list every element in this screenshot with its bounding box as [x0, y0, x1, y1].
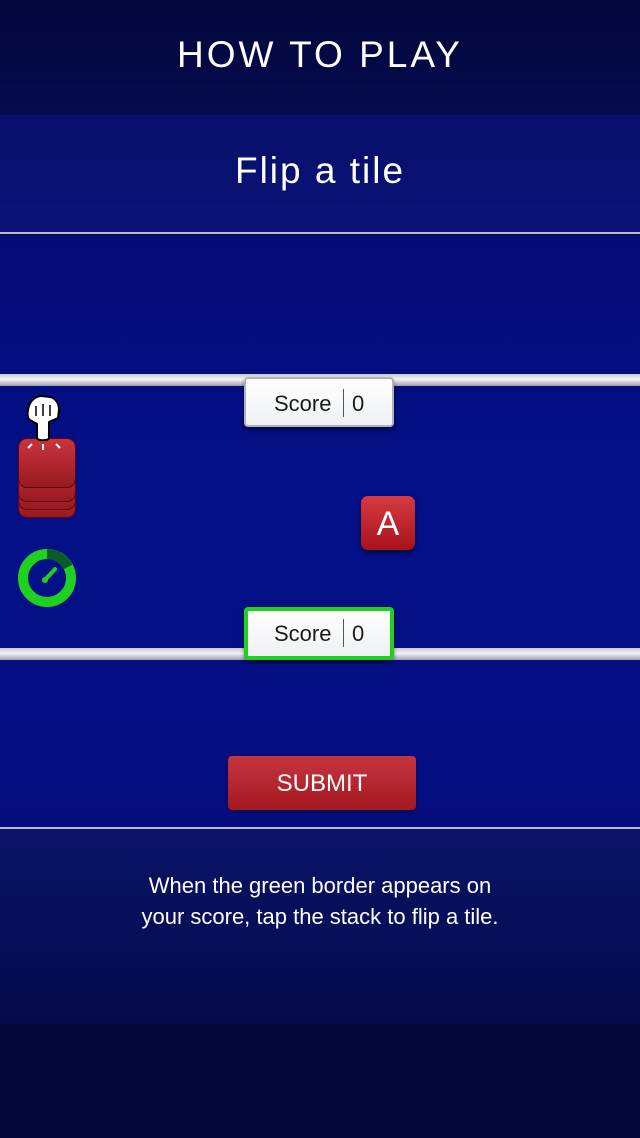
- score-separator: [343, 619, 344, 647]
- timer-icon: [18, 549, 76, 607]
- divider-top: [0, 232, 640, 234]
- page-title: HOW TO PLAY: [177, 34, 463, 75]
- header: HOW TO PLAY: [0, 0, 640, 115]
- pointing-hand-icon: [26, 394, 61, 450]
- step-title: Flip a tile: [234, 150, 406, 191]
- bottom-bar: [0, 1024, 640, 1138]
- opponent-score-value: 0: [352, 391, 365, 416]
- opponent-score-label: Score: [274, 391, 332, 416]
- player-score-box: Score 0: [244, 607, 394, 660]
- instructions-line-1: When the green border appears on: [148, 873, 492, 898]
- instructions-text: When the green border appears on your sc…: [100, 870, 540, 932]
- submit-button[interactable]: SUBMIT: [228, 756, 416, 810]
- opponent-score-box: Score 0: [244, 377, 394, 427]
- player-score-label: Score: [274, 621, 332, 646]
- score-separator: [343, 389, 344, 417]
- player-score-value: 0: [352, 621, 365, 646]
- instructions-line-2: your score, tap the stack to flip a tile…: [141, 904, 499, 929]
- game-board: [0, 235, 640, 827]
- letter-tile[interactable]: A: [361, 496, 415, 550]
